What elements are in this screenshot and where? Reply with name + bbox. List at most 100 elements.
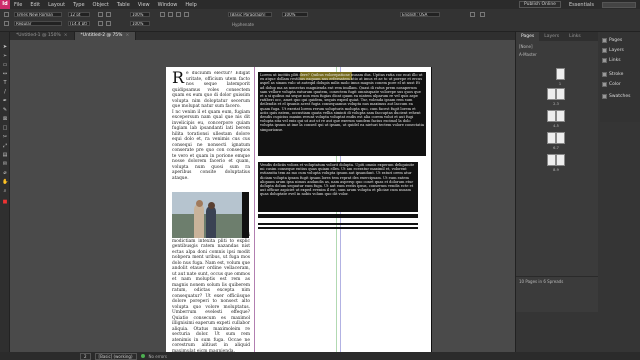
pasteboard[interactable]: R e duciunm electur? Edigat uritate, off… [10, 40, 515, 352]
type-tool-icon[interactable]: T [2, 80, 8, 86]
tab-untitled-2[interactable]: *Untitled-2 @ 75% × [74, 32, 137, 40]
panel-swatches[interactable]: Swatches [602, 94, 631, 99]
direct-selection-tool-icon[interactable]: ➢ [2, 53, 8, 59]
panel-label: Stroke [609, 72, 624, 77]
menu-table[interactable]: Table [113, 2, 134, 8]
tab-links[interactable]: Links [564, 32, 586, 41]
panel-stroke[interactable]: Stroke [602, 72, 623, 77]
leading-field[interactable]: (14.4 pt) [68, 21, 90, 26]
font-size-field[interactable]: 12 pt [68, 12, 90, 17]
close-icon[interactable]: × [125, 33, 129, 38]
align-right-icon[interactable] [176, 12, 181, 17]
page-thumb[interactable] [556, 68, 565, 80]
align-left-icon[interactable] [160, 12, 165, 17]
page-thumb[interactable] [556, 132, 565, 144]
tab-pages[interactable]: Pages [516, 32, 540, 41]
kerning-field[interactable]: 100% [130, 12, 150, 17]
panel-pages[interactable]: Pages [602, 38, 622, 43]
menu-help[interactable]: Help [181, 2, 200, 8]
zoom-tool-icon[interactable]: ⌕ [2, 188, 8, 194]
menu-type[interactable]: Type [69, 2, 88, 8]
italic-icon[interactable] [106, 12, 111, 17]
rectangle-frame-tool-icon[interactable]: ⊠ [2, 116, 8, 122]
pencil-tool-icon[interactable]: ✎ [2, 107, 8, 113]
page-tool-icon[interactable]: ▭ [2, 62, 8, 68]
none-master[interactable]: [None] [519, 44, 533, 49]
publish-online-button[interactable]: Publish Online [518, 1, 561, 8]
hyphenate-checkbox[interactable]: Hyphenate [232, 22, 254, 27]
control-panel: Times New Roman Regular 12 pt (14.4 pt) … [0, 9, 640, 32]
rule-line [258, 223, 418, 225]
scissors-tool-icon[interactable]: ✂ [2, 134, 8, 140]
zoom-field[interactable]: 100% [282, 12, 308, 17]
columns-icon[interactable] [470, 12, 475, 17]
hand-tool-icon[interactable]: ✋ [2, 179, 8, 185]
gradient-tool-icon[interactable]: ▤ [2, 152, 8, 158]
tab-layers[interactable]: Layers [539, 32, 564, 41]
language-field[interactable]: English: USA [400, 12, 440, 17]
document-page[interactable]: R e duciunm electur? Edigat uritate, off… [166, 67, 432, 352]
page-thumb[interactable] [547, 110, 556, 122]
menu-object[interactable]: Object [89, 2, 113, 8]
page-thumb[interactable] [556, 110, 565, 122]
font-family-field[interactable]: Times New Roman [14, 12, 62, 17]
page-thumb[interactable] [556, 88, 565, 100]
selected-text-1: Lorem ut incitiis pliti dere? Quibus vol… [260, 73, 424, 132]
menu-window[interactable]: Window [154, 2, 182, 8]
line-tool-icon[interactable]: / [2, 89, 8, 95]
fill-stroke-icon[interactable]: ■ [2, 199, 8, 205]
page-number: 2-3 [553, 102, 559, 106]
preflight-status[interactable]: No errors [149, 354, 167, 359]
panel-label: Layers [609, 48, 624, 53]
right-text-frame-selected[interactable]: Lorem ut incitiis pliti dere? Quibus vol… [258, 72, 426, 222]
underline-icon[interactable] [98, 21, 103, 26]
gap-tool-icon[interactable]: ↔ [2, 71, 8, 77]
rectangle-tool-icon[interactable]: □ [2, 125, 8, 131]
free-transform-tool-icon[interactable]: ⤢ [2, 143, 8, 149]
indesign-logo-icon: Id [0, 0, 10, 9]
page-thumb[interactable] [547, 132, 556, 144]
page-number: 6-7 [553, 146, 559, 150]
bold-icon[interactable] [98, 12, 103, 17]
pages-panel-tabs: Pages Layers Links [516, 32, 598, 41]
menu-file[interactable]: File [10, 2, 26, 8]
strikethrough-icon[interactable] [106, 21, 111, 26]
tools-panel: ➤ ➢ ▭ ↔ T / ✒ ✎ ⊠ □ ✂ ⤢ ▤ ✉ ⌀ ✋ ⌕ ■ [0, 32, 10, 352]
menu-view[interactable]: View [134, 2, 154, 8]
menu-layout[interactable]: Layout [44, 2, 69, 8]
column-guide [254, 67, 255, 352]
tab-untitled-1[interactable]: *Untitled-1 @ 150% × [10, 32, 75, 40]
body-paragraph-2: I nc venim il et quam eum, fugiam excepe… [172, 109, 250, 181]
paragraph-style-field[interactable]: [Basic Paragraph] [228, 12, 272, 17]
page-thumb[interactable] [556, 154, 565, 166]
frame-grid-icon[interactable] [480, 12, 485, 17]
preflight-profile[interactable]: [Basic] (working) [94, 352, 137, 360]
note-tool-icon[interactable]: ✉ [2, 161, 8, 167]
panel-label: Links [609, 58, 621, 63]
links-icon [602, 58, 607, 63]
page-thumb[interactable] [547, 88, 556, 100]
character-formatting-icon[interactable] [4, 12, 9, 17]
panel-links[interactable]: Links [602, 58, 621, 63]
paragraph-formatting-icon[interactable] [4, 21, 9, 26]
align-center-icon[interactable] [168, 12, 173, 17]
font-style-field[interactable]: Regular [14, 21, 62, 26]
pen-tool-icon[interactable]: ✒ [2, 98, 8, 104]
color-icon [602, 82, 607, 87]
panel-layers[interactable]: Layers [602, 48, 624, 53]
a-master[interactable]: A-Master [519, 52, 537, 57]
search-input[interactable] [602, 1, 636, 8]
eyedropper-tool-icon[interactable]: ⌀ [2, 170, 8, 176]
justify-icon[interactable] [184, 12, 189, 17]
photo-frame[interactable] [172, 192, 249, 238]
tab-label: *Untitled-1 @ 150% [16, 33, 61, 38]
menu-edit[interactable]: Edit [26, 2, 44, 8]
page-number-field[interactable]: 2 [80, 352, 91, 360]
tracking-field[interactable]: 100% [130, 21, 150, 26]
panel-color[interactable]: Color [602, 82, 621, 87]
close-icon[interactable]: × [64, 33, 68, 38]
page-thumb[interactable] [547, 154, 556, 166]
dropcap: R [172, 71, 185, 87]
workspace-switcher[interactable]: Essentials [565, 2, 598, 8]
selection-tool-icon[interactable]: ➤ [2, 44, 8, 50]
